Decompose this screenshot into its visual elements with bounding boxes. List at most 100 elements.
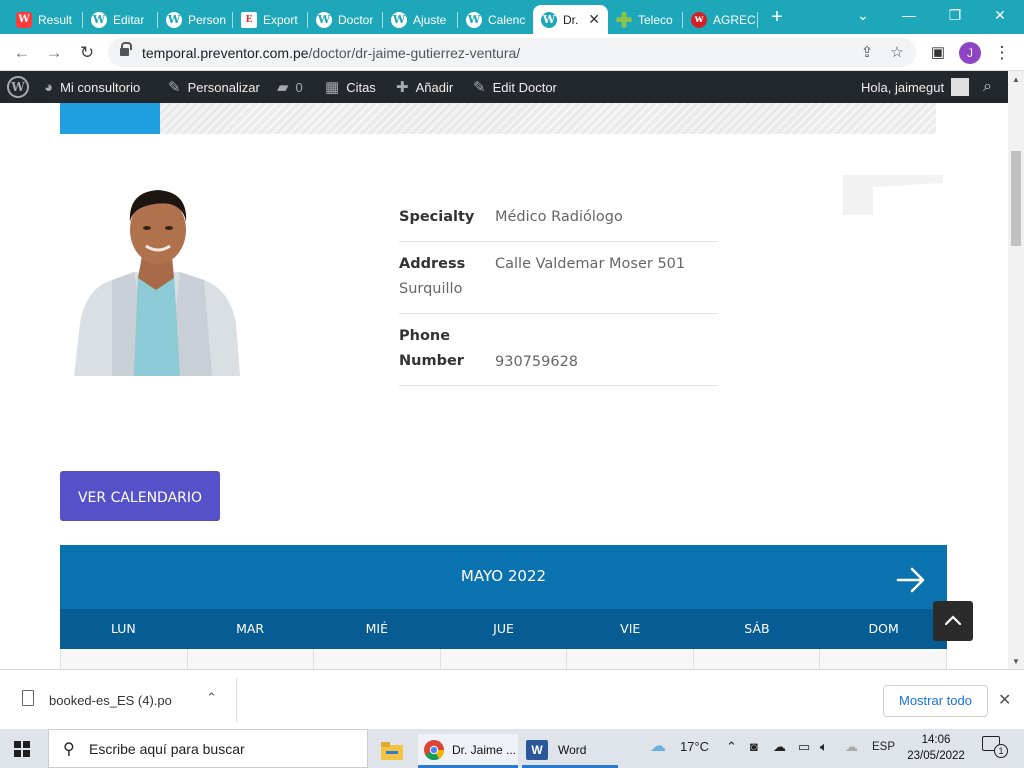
tab-dr-active[interactable]: W Dr. ✕: [533, 5, 608, 34]
taskbar-chrome[interactable]: Dr. Jaime ...: [418, 734, 518, 768]
notifications-icon[interactable]: 1: [982, 736, 1008, 758]
tab-person[interactable]: W Person: [158, 5, 233, 34]
specialty-row: Specialty Médico Radiólogo: [399, 193, 718, 242]
header-accent-block: [60, 103, 160, 134]
reload-icon[interactable]: ↻: [75, 41, 99, 65]
doctor-info: Specialty Médico Radiólogo Address Calle…: [399, 193, 718, 386]
minimize-button[interactable]: —: [894, 4, 924, 26]
weather-cloud-icon[interactable]: ☁: [650, 736, 666, 756]
edit-doctor-link[interactable]: ✎ Edit Doctor: [473, 71, 557, 103]
close-tab-icon[interactable]: ✕: [588, 11, 600, 28]
phone-label-1: Phone: [399, 328, 451, 344]
phone-label-2: Number: [399, 353, 464, 369]
tab-editar[interactable]: W Editar: [83, 5, 158, 34]
weather-temperature[interactable]: 17°C: [680, 739, 709, 754]
agrec-favicon-icon: w: [691, 11, 707, 28]
volume-icon[interactable]: 🔈︎: [820, 739, 828, 755]
chevron-up-icon: [944, 615, 962, 626]
address-row: Address Calle Valdemar Moser 501 Surquil…: [399, 242, 718, 314]
meet-now-icon[interactable]: ◙: [750, 739, 758, 754]
show-all-button[interactable]: Mostrar todo: [883, 685, 988, 717]
chevron-up-icon[interactable]: ⌃: [206, 690, 217, 706]
header-stripe-pattern: [160, 103, 936, 134]
phone-row: Phone Number 930759628: [399, 314, 718, 386]
tab-search-chevron-icon[interactable]: ⌄: [848, 4, 878, 26]
comments-link[interactable]: ▰ 0: [277, 71, 303, 103]
forward-arrow-icon[interactable]: →: [42, 41, 66, 65]
next-month-arrow-icon[interactable]: [896, 565, 926, 595]
network-icon[interactable]: ▭: [798, 739, 810, 755]
taskbar-search-box[interactable]: ⚲ Escribe aquí para buscar: [48, 729, 368, 768]
calendar-cell[interactable]: [60, 649, 188, 669]
address-bar[interactable]: temporal.preventor.com.pe/doctor/dr-jaim…: [108, 38, 916, 67]
wordpress-logo-icon: W: [7, 76, 29, 98]
calendar-grid: [60, 649, 948, 669]
tab-agrec[interactable]: w AGREC: [683, 5, 758, 34]
my-site-menu[interactable]: ◕ Mi consultorio: [44, 71, 140, 103]
address-line-1: Calle Valdemar Moser 501: [495, 256, 686, 272]
downloads-bar: booked-es_ES (4).po ⌃ Mostrar todo ✕: [0, 669, 1024, 729]
taskbar-word[interactable]: W Word: [522, 734, 618, 768]
decorative-shape: [843, 175, 943, 215]
appointments-link[interactable]: ▦ Citas: [325, 71, 376, 103]
calendar-cell[interactable]: [820, 649, 948, 669]
weekday-mon: LUN: [110, 621, 136, 636]
chrome-icon: [424, 739, 444, 760]
wordpress-favicon-icon: W: [166, 11, 182, 28]
onedrive-cloud-icon[interactable]: ☁: [773, 739, 786, 755]
calendar-cell[interactable]: [441, 649, 568, 669]
browser-menu-icon[interactable]: ⋮: [990, 41, 1014, 65]
tab-export[interactable]: E Export: [233, 5, 308, 34]
maximize-button[interactable]: ❐: [940, 4, 970, 26]
calendar-cell[interactable]: [567, 649, 694, 669]
calendar-cell[interactable]: [314, 649, 441, 669]
taskbar-clock[interactable]: 14:06 23/05/2022: [905, 732, 967, 764]
scroll-up-arrow-icon[interactable]: ▲: [1012, 75, 1020, 84]
wp-logo-menu[interactable]: W: [7, 71, 29, 103]
calendar-cell[interactable]: [188, 649, 315, 669]
calendar-cell[interactable]: [694, 649, 821, 669]
plus-icon: ✚: [396, 79, 409, 96]
user-account-menu[interactable]: Hola, jaimegut: [861, 71, 970, 103]
tab-ajuste[interactable]: W Ajuste: [383, 5, 458, 34]
share-icon[interactable]: ⇪: [856, 42, 878, 64]
scroll-to-top-button[interactable]: [933, 601, 973, 641]
close-icon[interactable]: ✕: [998, 690, 1011, 710]
search-icon[interactable]: ⌕: [983, 71, 992, 103]
wordpress-favicon-icon: W: [466, 11, 482, 28]
weekday-sat: SÁB: [744, 621, 770, 636]
customize-link[interactable]: ✎ Personalizar: [168, 71, 260, 103]
scroll-down-arrow-icon[interactable]: ▼: [1012, 657, 1020, 666]
scrollbar-thumb[interactable]: [1011, 151, 1021, 246]
bookmark-star-icon[interactable]: ☆: [886, 42, 908, 64]
close-window-button[interactable]: ✕: [985, 4, 1015, 26]
new-tab-button[interactable]: +: [766, 6, 788, 28]
calendar-header: MAYO 2022: [60, 545, 947, 609]
input-language[interactable]: ESP: [872, 741, 895, 753]
download-filename[interactable]: booked-es_ES (4).po: [49, 693, 172, 708]
view-calendar-button[interactable]: VER CALENDARIO: [60, 471, 220, 521]
tab-doctor[interactable]: W Doctor: [308, 5, 383, 34]
clock-date: 23/05/2022: [907, 750, 965, 762]
url-host: temporal.preventor.com.pe: [142, 45, 309, 61]
plus-favicon-icon: ✚: [615, 7, 633, 32]
page-scrollbar[interactable]: ▲ ▼: [1008, 71, 1024, 669]
file-explorer-icon[interactable]: [378, 734, 406, 768]
dashboard-gauge-icon: ◕: [44, 78, 54, 96]
tab-calendario[interactable]: W Calenc: [458, 5, 533, 34]
tab-result[interactable]: W Result: [8, 5, 83, 34]
doctor-photo: [72, 188, 242, 376]
wordpress-favicon-icon: W: [541, 11, 557, 28]
specialty-value: Médico Radiólogo: [495, 209, 623, 225]
notification-count: 1: [994, 744, 1008, 758]
export-favicon-icon: E: [241, 11, 257, 28]
onedrive-status-icon[interactable]: ☁: [845, 739, 858, 755]
profile-avatar[interactable]: J: [959, 42, 981, 64]
back-arrow-icon[interactable]: ←: [10, 41, 34, 65]
windows-start-icon[interactable]: [14, 741, 30, 757]
tray-chevron-up-icon[interactable]: ⌃: [726, 739, 737, 755]
tab-teleco[interactable]: ✚ Teleco: [608, 5, 683, 34]
add-new-menu[interactable]: ✚ Añadir: [396, 71, 453, 103]
side-panel-icon[interactable]: ▣: [926, 41, 950, 65]
calendar-month-title: MAYO 2022: [460, 567, 547, 585]
